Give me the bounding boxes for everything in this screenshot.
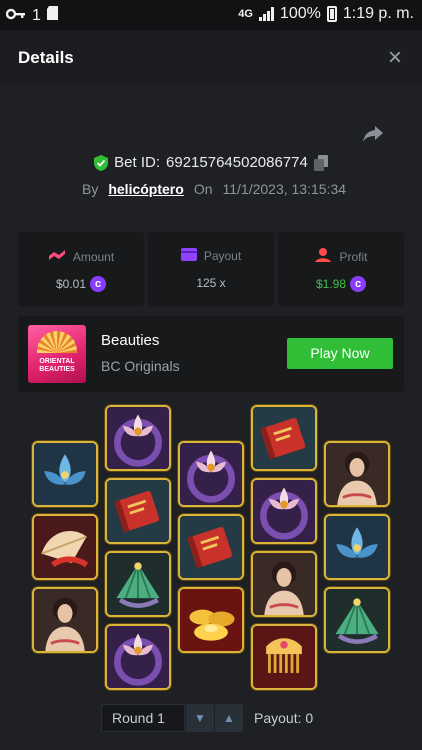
close-icon[interactable]: × [388, 44, 402, 72]
blue-lotus-icon [34, 443, 96, 505]
bet-byline: By helicóptero On 11/1/2023, 13:15:34 [82, 181, 346, 197]
round-payout: Payout: 0 [254, 710, 314, 726]
woman-portrait-symbol [324, 441, 390, 507]
comb-symbol [251, 624, 317, 690]
battery-percent: 100% [279, 5, 321, 22]
payout-card: Payout 125 x [148, 232, 274, 306]
gold-ingots-symbol [178, 587, 244, 653]
profit-icon [314, 248, 332, 265]
woman-portrait-symbol [32, 587, 98, 653]
status-bar: 1 4G 100% 1:19 p. m. [0, 0, 422, 30]
amount-label: Amount [72, 249, 115, 264]
blue-lotus-symbol [324, 514, 390, 580]
details-header: Details × [0, 30, 422, 86]
red-book-symbol [105, 478, 171, 544]
thumbnail-title: ORIENTAL BEAUTIES [39, 358, 75, 373]
round-select[interactable]: Round 1 [101, 704, 185, 732]
red-book-icon [253, 407, 315, 469]
wallet-icon [180, 248, 197, 264]
status-indicator: 1 [32, 6, 41, 24]
share-icon[interactable] [362, 124, 384, 144]
bet-id-label: Bet ID: [114, 154, 161, 171]
woman-portrait-icon [253, 553, 315, 615]
fan-icon [34, 516, 96, 578]
purple-lotus-symbol [251, 478, 317, 544]
play-now-button[interactable]: Play Now [287, 338, 393, 369]
payout-label: Payout [203, 249, 242, 263]
clock: 1:19 p. m. [342, 5, 414, 22]
purple-lotus-icon [253, 480, 315, 542]
game-card: ORIENTAL BEAUTIES Beauties BC Originals … [18, 316, 404, 392]
blue-lotus-symbol [32, 441, 98, 507]
coin-icon: c [90, 276, 107, 292]
purple-lotus-icon [180, 443, 242, 505]
red-book-icon [107, 480, 169, 542]
jade-fan-symbol [324, 587, 390, 653]
gold-ingots-icon [180, 589, 242, 651]
game-provider: BC Originals [101, 358, 180, 374]
profit-card: Profit $1.98 c [278, 232, 404, 306]
jade-fan-icon [107, 553, 169, 615]
woman-portrait-icon [326, 443, 388, 505]
purple-lotus-symbol [105, 624, 171, 690]
red-book-icon [180, 516, 242, 578]
network-label: 4G [238, 8, 253, 20]
amount-card: Amount $0.01 c [18, 232, 144, 306]
purple-lotus-symbol [178, 441, 244, 507]
fan-icon [37, 331, 77, 353]
profit-value: $1.98 [315, 277, 347, 291]
blue-lotus-icon [326, 516, 388, 578]
chevron-up-icon[interactable]: ▲ [215, 704, 243, 732]
purple-lotus-symbol [105, 405, 171, 471]
battery-icon [326, 6, 337, 22]
red-book-symbol [178, 514, 244, 580]
by-label: By [82, 181, 99, 197]
woman-portrait-icon [34, 589, 96, 651]
woman-portrait-symbol [251, 551, 317, 617]
comb-icon [253, 626, 315, 688]
bet-date: 11/1/2023, 13:15:34 [222, 181, 347, 197]
sd-card-icon [46, 6, 58, 25]
bet-id-line: Bet ID: 69215764502086774 [0, 154, 422, 171]
amount-value: $0.01 [55, 277, 87, 291]
round-controls: Round 1 ▼ ▲ Payout: 0 [0, 700, 422, 740]
on-label: On [193, 181, 213, 197]
profit-label: Profit [339, 249, 368, 264]
chevron-down-icon[interactable]: ▼ [186, 704, 214, 732]
fan-symbol [32, 514, 98, 580]
amount-icon [48, 248, 66, 265]
purple-lotus-icon [107, 407, 169, 469]
jade-fan-icon [326, 589, 388, 651]
jade-fan-symbol [105, 551, 171, 617]
copy-icon[interactable] [313, 154, 328, 171]
page-title: Details [18, 48, 74, 67]
signal-icon [258, 7, 274, 21]
user-link[interactable]: helicóptero [108, 181, 183, 197]
bet-id-value: 69215764502086774 [166, 154, 308, 171]
payout-value: 125 x [196, 276, 226, 290]
game-name: Beauties [101, 332, 160, 349]
shield-check-icon [94, 154, 109, 171]
red-book-symbol [251, 405, 317, 471]
coin-icon: c [350, 276, 367, 292]
purple-lotus-icon [107, 626, 169, 688]
game-thumbnail[interactable]: ORIENTAL BEAUTIES [28, 325, 86, 383]
key-icon [5, 7, 26, 25]
bet-stats: Amount $0.01 c Payout 125 x Profit $1.98 c [18, 232, 404, 306]
